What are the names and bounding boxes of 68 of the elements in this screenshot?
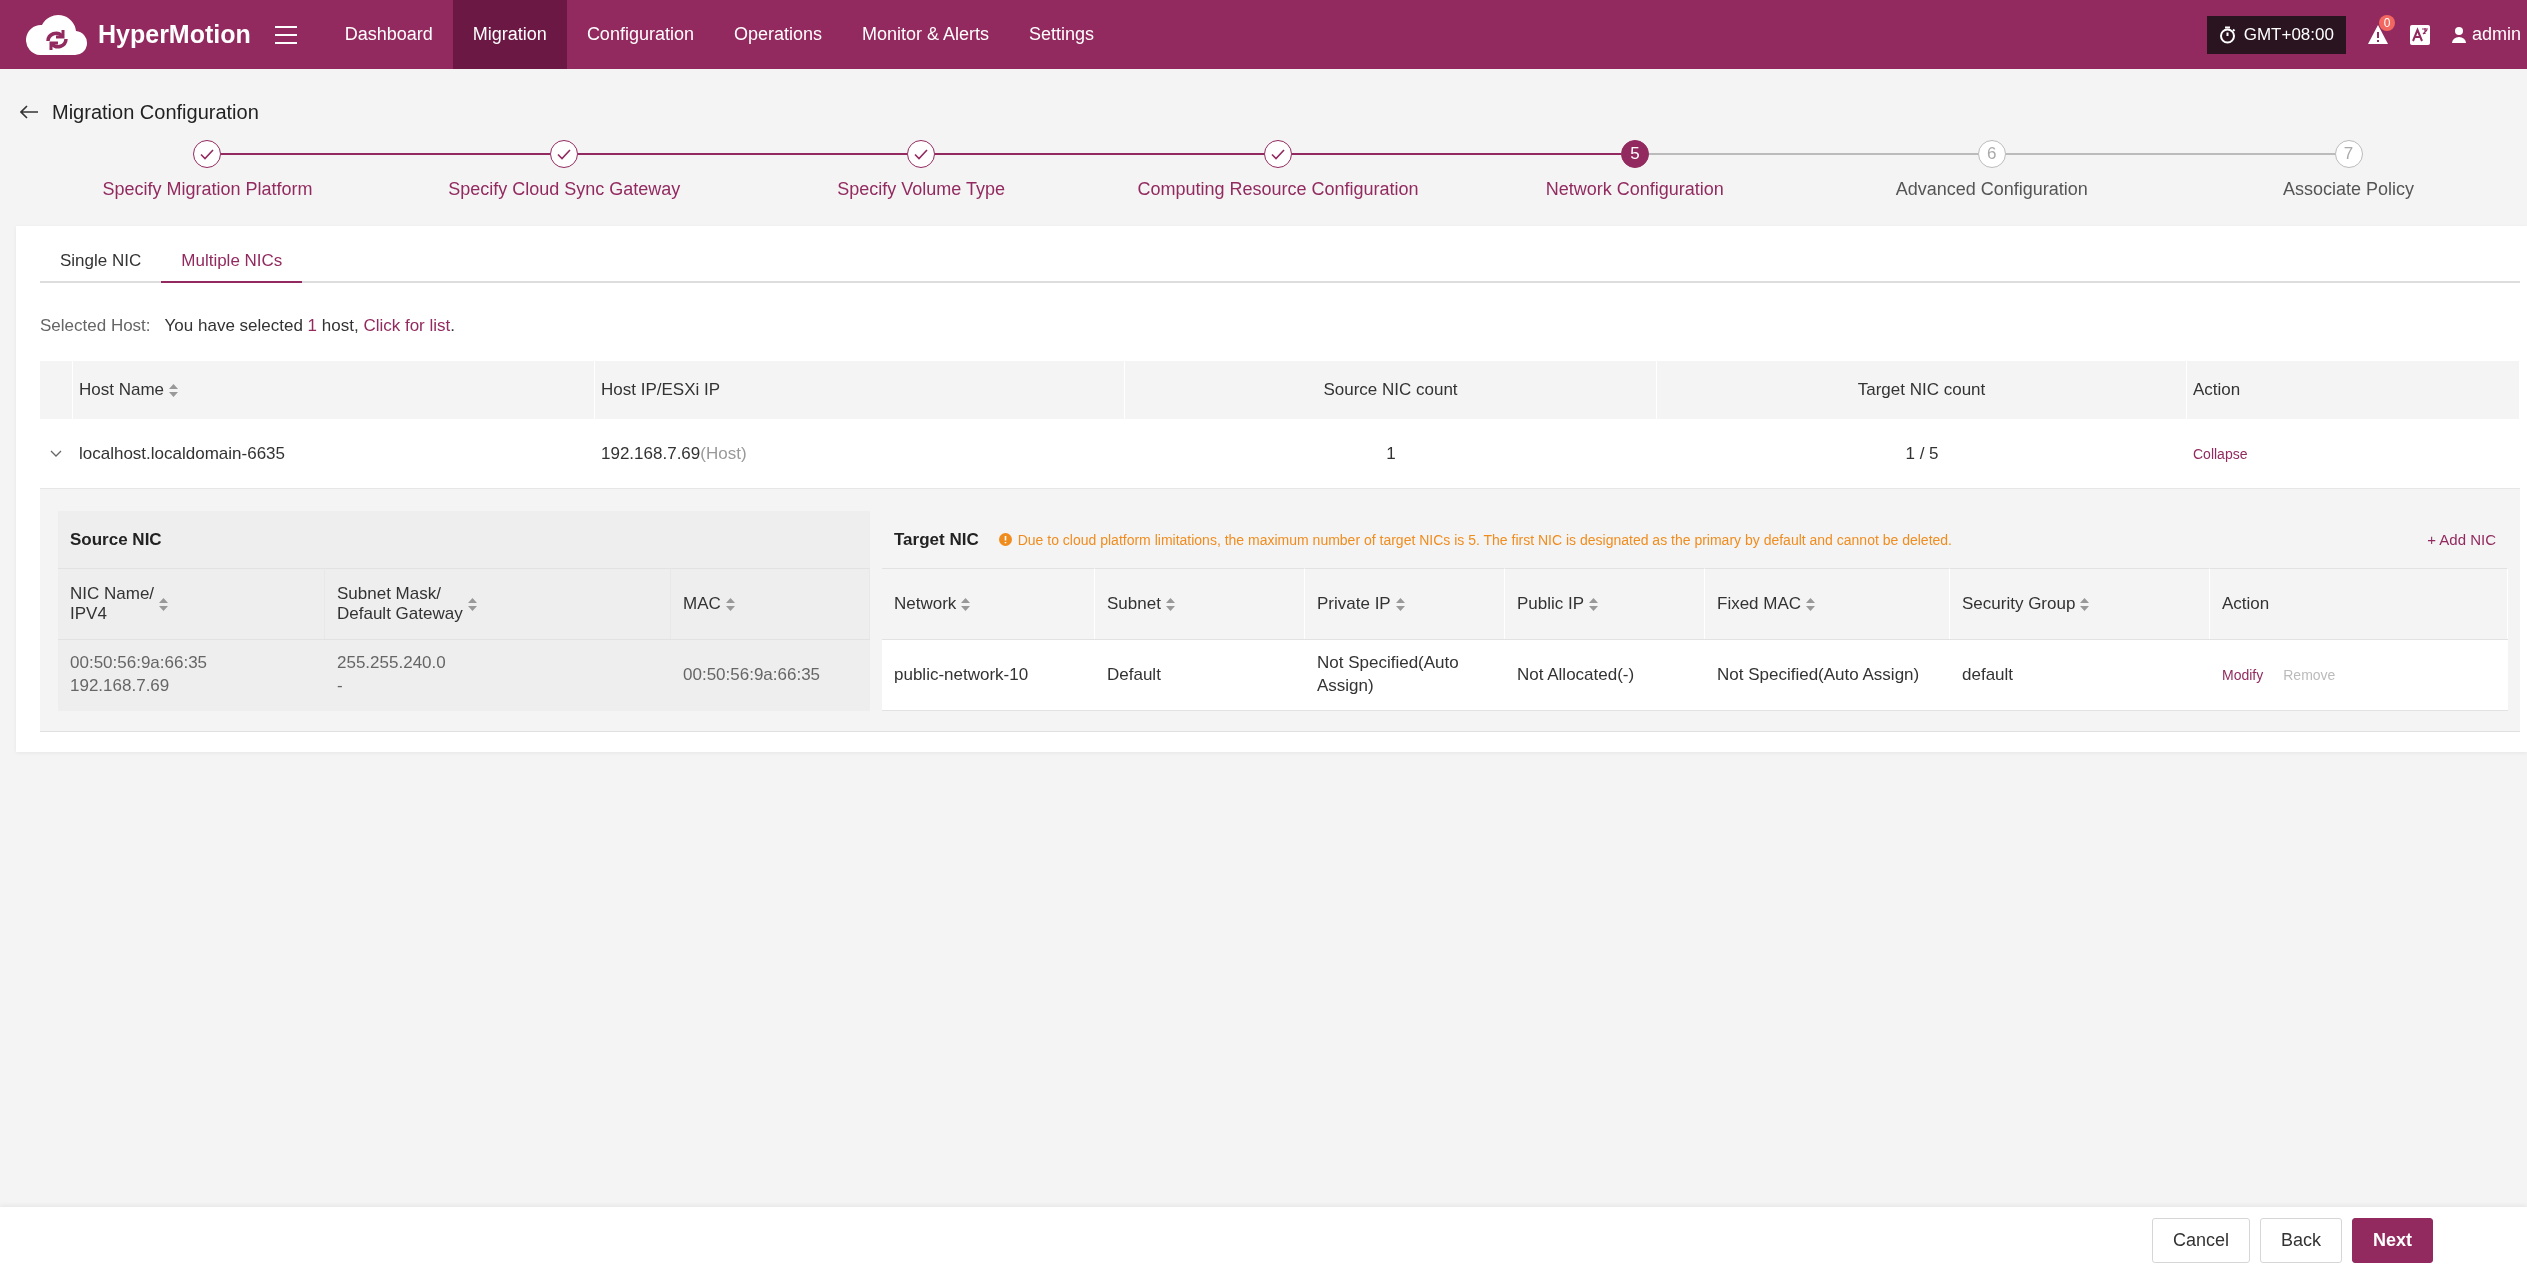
column-header[interactable]: Host Name: [73, 361, 595, 419]
step-label: Specify Cloud Sync Gateway: [448, 179, 681, 200]
nav-tab[interactable]: Dashboard: [324, 0, 453, 69]
nav-tab[interactable]: Migration: [452, 0, 567, 69]
step-label: Specify Migration Platform: [102, 179, 313, 200]
column-header[interactable]: Security Group: [1962, 594, 2076, 614]
nav-tab[interactable]: Configuration: [566, 0, 714, 69]
table-cell-text: 255.255.240.0 -: [337, 652, 446, 697]
selection-summary: You have selected 1 host, Click for list.: [164, 316, 456, 336]
column-header[interactable]: Private IP: [1317, 594, 1391, 614]
column-header[interactable]: Subnet: [1107, 594, 1161, 614]
cloud-logo-icon: [26, 12, 88, 57]
stopwatch-icon: [2218, 25, 2236, 44]
column-header: Source NIC count: [1125, 361, 1657, 419]
host-list-link[interactable]: Click for list: [363, 316, 451, 335]
page-title: Migration Configuration: [52, 100, 259, 124]
step-label: Computing Resource Configuration: [1137, 179, 1419, 200]
tab[interactable]: Single NIC: [40, 240, 162, 283]
column-header[interactable]: MAC: [683, 594, 721, 614]
collapse-link[interactable]: Collapse: [2193, 445, 2248, 462]
footer-button[interactable]: Back: [2259, 1218, 2342, 1263]
step-label: Associate Policy: [2283, 179, 2415, 200]
step-label: Advanced Configuration: [1895, 179, 2088, 200]
nav-tab[interactable]: Settings: [1009, 0, 1115, 69]
table-cell-text: Default: [1107, 663, 1161, 686]
table-cell-text: 00:50:56:9a:66:35: [683, 663, 821, 686]
table-cell-text: 00:50:56:9a:66:35 192.168.7.69: [70, 652, 208, 697]
table-cell-text: Not Allocated(-): [1517, 663, 1635, 686]
step-number: 6: [1977, 140, 2006, 168]
column-header: Action: [2222, 594, 2270, 614]
step-label: Specify Volume Type: [837, 179, 1005, 200]
chevron-down-icon[interactable]: [50, 449, 62, 458]
footer-button[interactable]: Cancel: [2151, 1218, 2250, 1263]
panel-title: Source NIC: [70, 529, 162, 550]
info-icon: [998, 533, 1012, 546]
field-label: Selected Host:: [40, 316, 151, 336]
brand-name: HyperMotion: [98, 20, 251, 49]
column-header[interactable]: Fixed MAC: [1717, 594, 1802, 614]
user-menu[interactable]: admin: [2451, 24, 2521, 45]
modify-link[interactable]: Modify: [2222, 667, 2264, 683]
column-header: Action: [2187, 361, 2520, 419]
add-nic-button[interactable]: + Add NIC: [2427, 531, 2496, 548]
user-icon: [2451, 26, 2466, 43]
step-label: Network Configuration: [1545, 179, 1724, 200]
column-header: Host IP/ESXi IP: [595, 361, 1125, 419]
column-header[interactable]: NIC Name/ IPV4: [70, 584, 155, 624]
step-number: 5: [1620, 140, 1649, 168]
table-cell-text: Not Specified(Auto Assign): [1317, 652, 1460, 697]
column-header[interactable]: Subnet Mask/ Default Gateway: [337, 584, 463, 624]
panel-title: Target NIC: [894, 529, 979, 550]
table-cell-text: public-network-10: [894, 663, 1029, 686]
back-arrow-icon[interactable]: [20, 105, 38, 119]
translate-icon[interactable]: [2409, 24, 2430, 45]
notice-text: Due to cloud platform limitations, the maximum number of target NICs is 5. The first NIC is designated as the primary by default and cannot be deleted.: [1017, 531, 1952, 548]
menu-icon[interactable]: [274, 24, 297, 45]
alert-icon[interactable]: [2367, 25, 2388, 44]
nav-tab[interactable]: Monitor & Alerts: [842, 0, 1010, 69]
step-number: 7: [2334, 140, 2363, 168]
column-header[interactable]: Public IP: [1517, 594, 1585, 614]
column-header: Target NIC count: [1657, 361, 2187, 419]
notification-badge: 0: [2378, 15, 2395, 31]
next-button[interactable]: Next: [2352, 1218, 2433, 1263]
table-cell-text: Not Specified(Auto Assign): [1717, 663, 1920, 686]
tab[interactable]: Multiple NICs: [161, 240, 303, 283]
table-cell-text: default: [1962, 663, 2014, 686]
column-header[interactable]: Network: [894, 594, 957, 614]
timezone-button[interactable]: GMT+08:00: [2206, 15, 2346, 54]
nav-tab[interactable]: Operations: [713, 0, 842, 69]
